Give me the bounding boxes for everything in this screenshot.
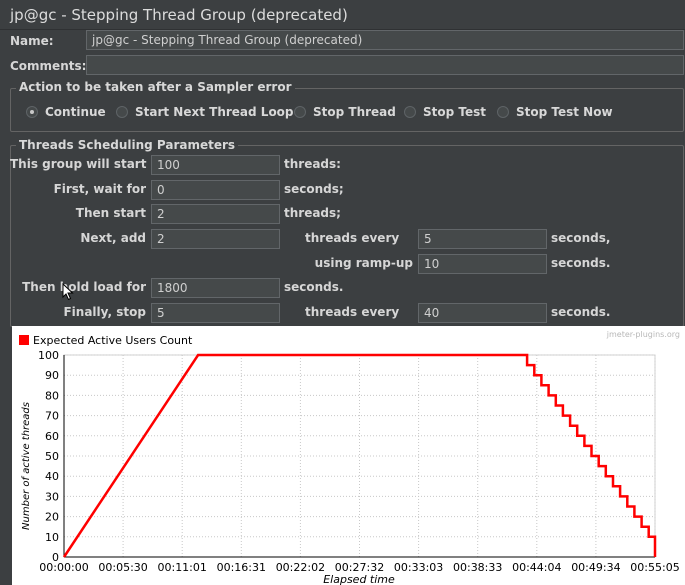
continue-label[interactable]: Continue	[45, 105, 106, 119]
watermark: jmeter-plugins.org	[606, 330, 680, 339]
name-field[interactable]: jp@gc - Stepping Thread Group (deprecate…	[86, 30, 684, 50]
y-axis-label: Number of active threads	[21, 402, 32, 530]
start-threads-label: This group will start	[10, 157, 147, 171]
stop-thread-label[interactable]: Stop Thread	[313, 105, 396, 119]
error-action-title: Action to be taken after a Sampler error	[16, 80, 295, 94]
then-start-unit: threads;	[284, 206, 341, 220]
stop-test-radio[interactable]	[404, 106, 416, 118]
y-tick-label: 90	[45, 369, 59, 382]
x-tick-label: 00:05:30	[98, 561, 147, 574]
y-tick-label: 10	[45, 531, 59, 544]
y-tick-label: 40	[45, 470, 59, 483]
wait-field[interactable]: 0	[151, 180, 280, 200]
rampup-label: using ramp-up	[314, 256, 413, 270]
rampup-unit: seconds.	[551, 256, 611, 270]
x-tick-label: 00:49:34	[571, 561, 620, 574]
window-title: jp@gc - Stepping Thread Group (deprecate…	[0, 0, 685, 30]
stop-test-now-label[interactable]: Stop Test Now	[516, 105, 613, 119]
y-tick-label: 20	[45, 511, 59, 524]
rampup-field[interactable]: 10	[418, 254, 547, 274]
x-axis-label: Elapsed time	[323, 573, 395, 585]
stop-thread-radio[interactable]	[294, 106, 306, 118]
mouse-cursor-icon	[62, 283, 74, 301]
x-tick-label: 00:22:02	[276, 561, 325, 574]
stop-field[interactable]: 5	[151, 303, 280, 323]
next-add-field[interactable]: 2	[151, 229, 280, 249]
legend-swatch	[19, 335, 29, 345]
stop-every-unit: seconds.	[551, 305, 611, 319]
x-tick-label: 00:33:03	[394, 561, 443, 574]
y-tick-label: 70	[45, 410, 59, 423]
y-tick-label: 60	[45, 430, 59, 443]
comments-label: Comments:	[10, 59, 87, 73]
threads-every-label: threads every	[305, 231, 400, 245]
continue-radio[interactable]	[26, 106, 38, 118]
y-tick-label: 80	[45, 389, 59, 402]
legend-label: Expected Active Users Count	[33, 334, 193, 347]
y-tick-label: 30	[45, 490, 59, 503]
x-tick-label: 00:11:01	[157, 561, 206, 574]
hold-unit: seconds.	[284, 280, 344, 294]
threads-every-field[interactable]: 5	[418, 229, 547, 249]
stop-label: Finally, stop	[63, 305, 146, 319]
y-tick-label: 100	[38, 349, 59, 362]
start-threads-unit: threads:	[284, 157, 341, 171]
then-start-label: Then start	[75, 206, 146, 220]
y-tick-label: 50	[45, 450, 59, 463]
stop-every-field[interactable]: 40	[418, 303, 547, 323]
hold-field[interactable]: 1800	[151, 278, 280, 298]
start-next-loop-radio[interactable]	[116, 106, 128, 118]
start-threads-field[interactable]: 100	[151, 155, 280, 175]
stop-test-now-radio[interactable]	[497, 106, 509, 118]
schedule-title: Threads Scheduling Parameters	[16, 138, 239, 152]
start-next-loop-label[interactable]: Start Next Thread Loop	[135, 105, 294, 119]
next-add-label: Next, add	[80, 231, 146, 245]
then-start-field[interactable]: 2	[151, 204, 280, 224]
stop-every-label: threads every	[305, 305, 400, 319]
x-tick-label: 00:16:31	[217, 561, 266, 574]
x-tick-label: 00:38:33	[453, 561, 502, 574]
x-tick-label: 00:55:05	[630, 561, 679, 574]
x-tick-label: 00:44:04	[512, 561, 561, 574]
threads-every-unit: seconds,	[551, 231, 611, 245]
hold-label: Then hold load for	[22, 280, 146, 294]
x-tick-label: 00:00:00	[39, 561, 88, 574]
wait-label: First, wait for	[53, 182, 146, 196]
comments-field[interactable]	[86, 55, 684, 75]
stop-test-label[interactable]: Stop Test	[423, 105, 486, 119]
wait-unit: seconds;	[284, 182, 344, 196]
load-chart: Expected Active Users Count jmeter-plugi…	[19, 330, 680, 585]
name-label: Name:	[10, 34, 54, 48]
chart-panel: Expected Active Users Count jmeter-plugi…	[12, 326, 685, 585]
